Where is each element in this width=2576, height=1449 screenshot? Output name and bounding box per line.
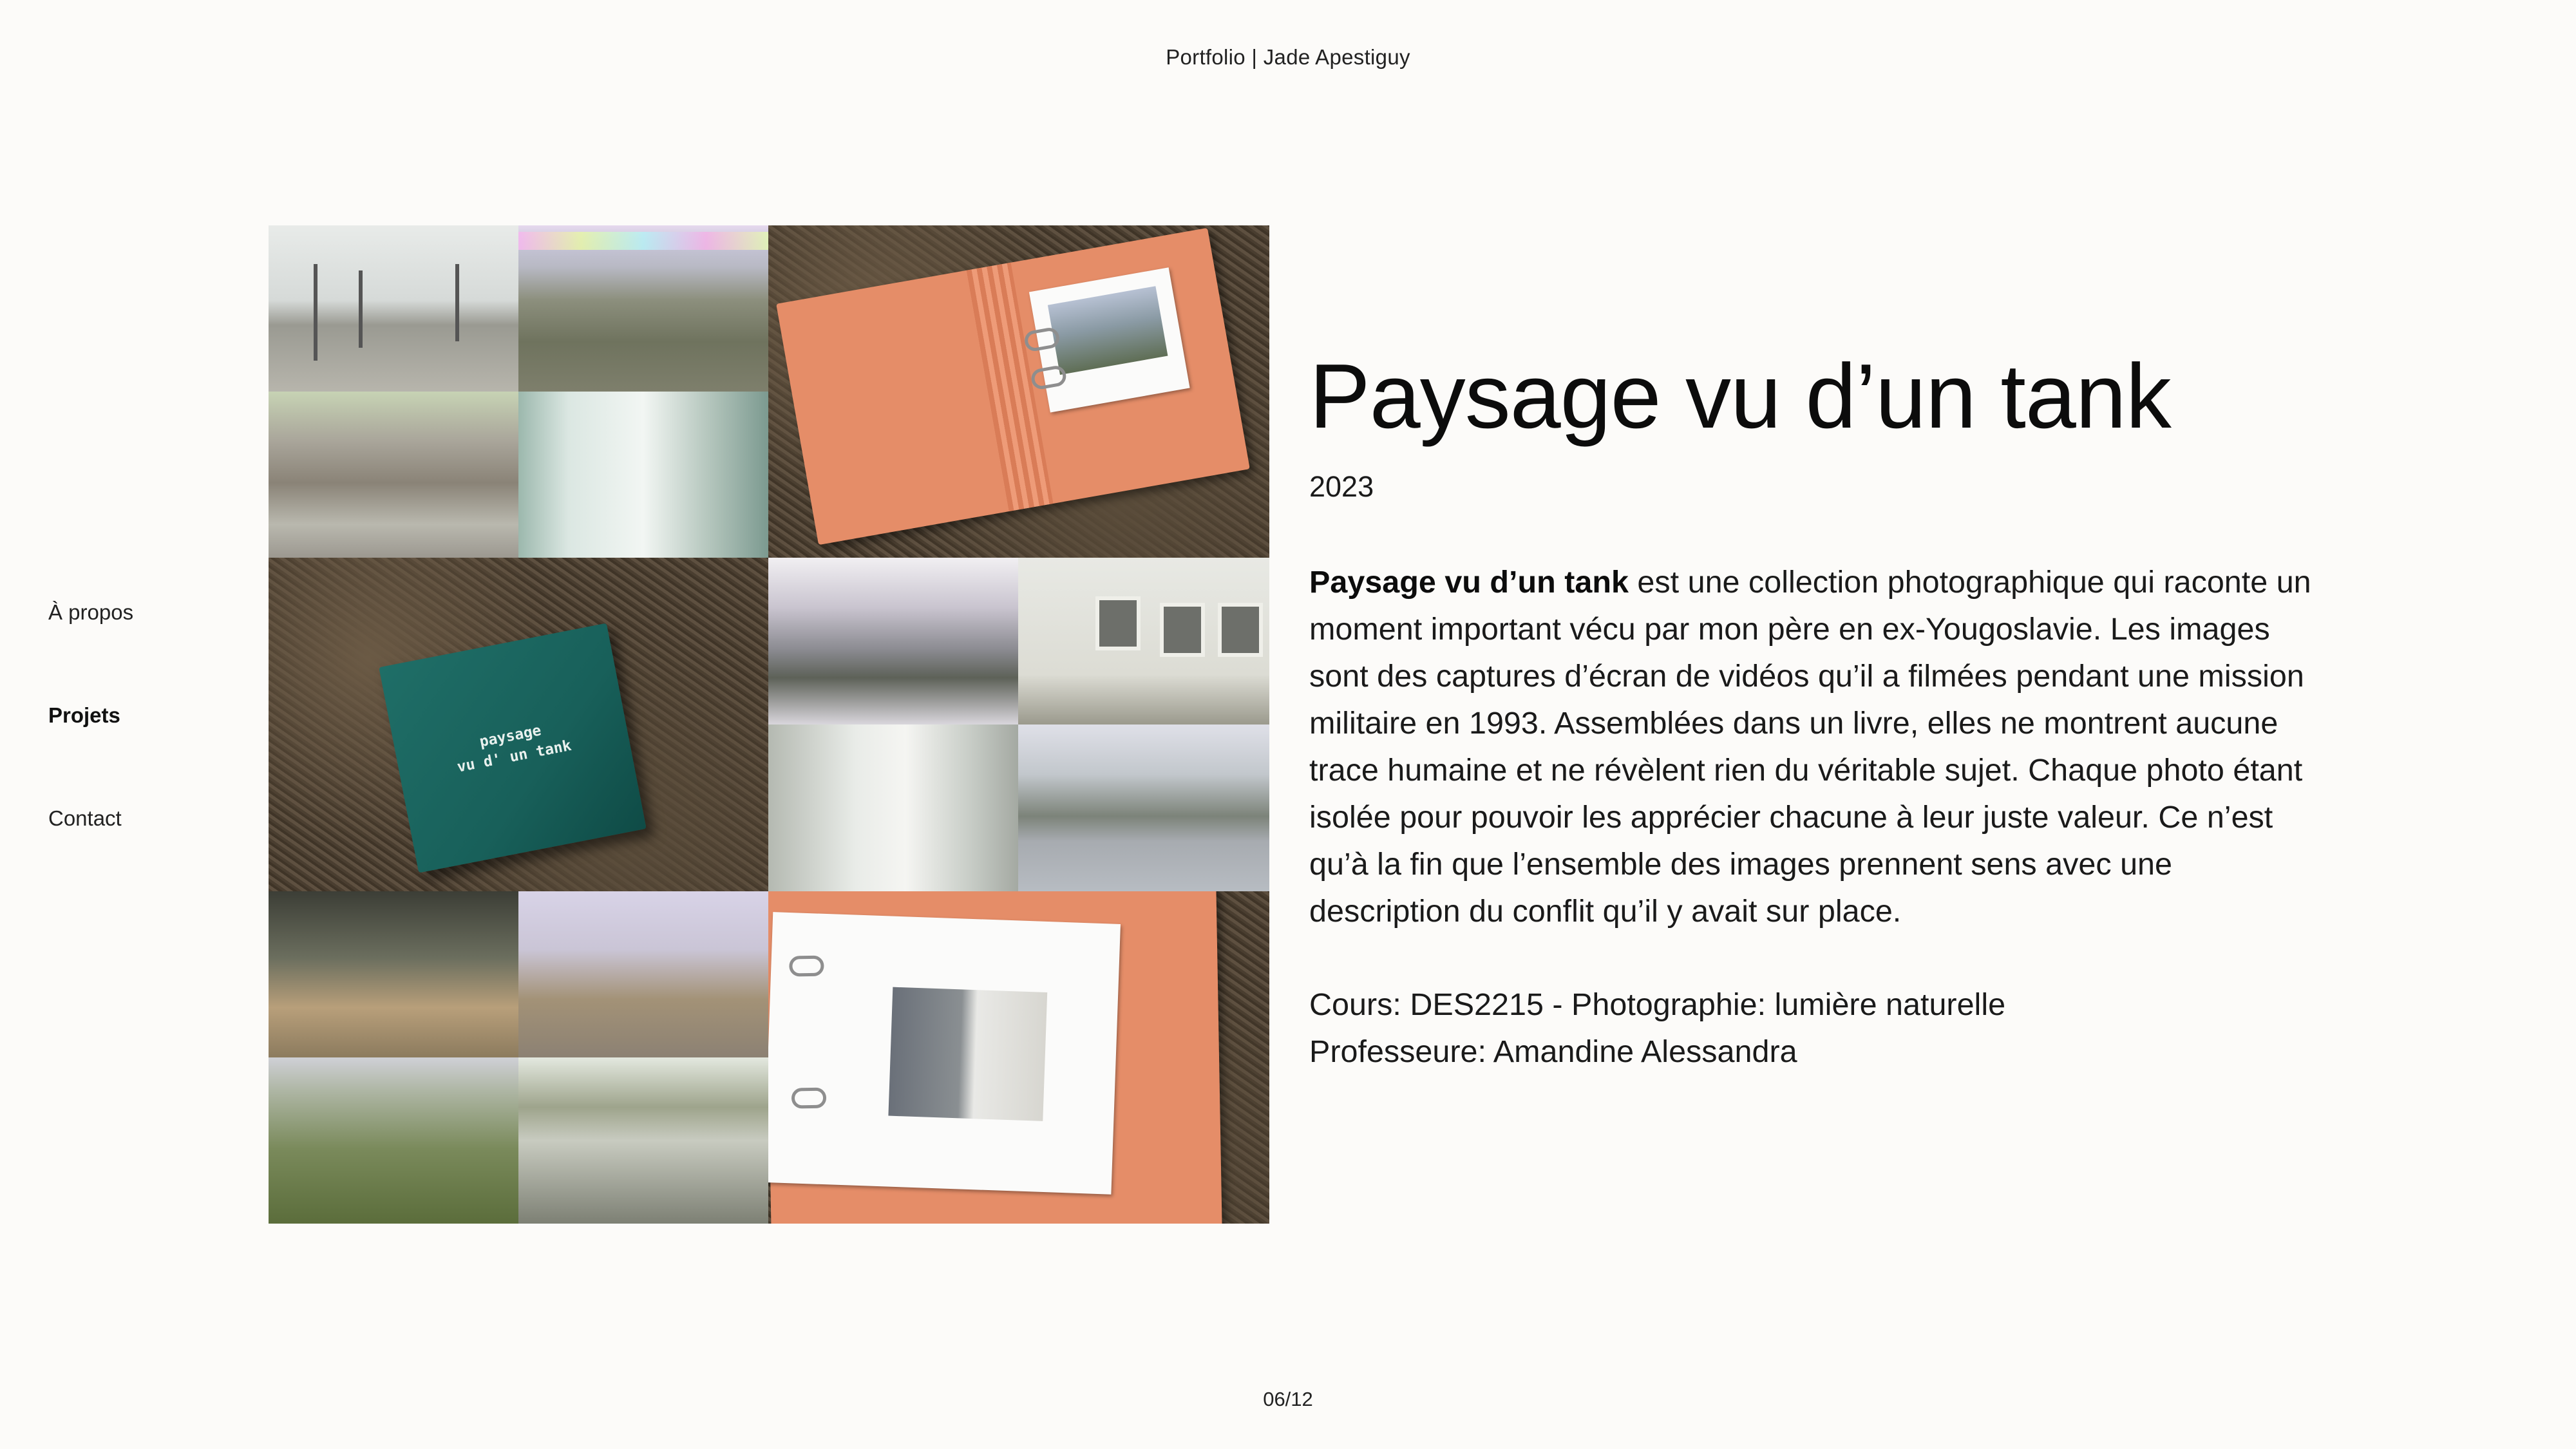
project-course: Cours: DES2215 - Photographie: lumière n…: [1309, 987, 2006, 1022]
project-title: Paysage vu d’un tank: [1309, 345, 2172, 448]
nav-item-a-propos[interactable]: À propos: [48, 599, 133, 626]
photo-building: [1018, 558, 1269, 724]
project-meta: Cours: DES2215 - Photographie: lumière n…: [1309, 981, 2005, 1075]
project-description-lead: Paysage vu d’un tank: [1309, 565, 1629, 600]
photo-valley: [269, 1057, 518, 1224]
project-description: Paysage vu d’un tank est une collection …: [1309, 559, 2327, 935]
site-title[interactable]: Portfolio | Jade Apestiguy: [0, 45, 2576, 70]
page-counter: 06/12: [1263, 1388, 1313, 1410]
project-year: 2023: [1309, 470, 1374, 503]
photo-window: [518, 1057, 768, 1224]
nav-item-contact[interactable]: Contact: [48, 805, 133, 832]
photo-orange-binder: [768, 225, 1269, 558]
photo-office: [269, 891, 518, 1057]
photo-lake: [1018, 724, 1269, 891]
photo-open-binder: [768, 891, 1269, 1224]
photo-green-book: paysage vu d' un tank: [269, 558, 768, 891]
photo-ruined-house: [518, 891, 768, 1057]
photo-sea-fog: [768, 558, 1018, 724]
project-professor: Professeure: Amandine Alessandra: [1309, 1034, 1797, 1069]
photo-road: [269, 225, 518, 392]
project-description-body: est une collection photographique qui ra…: [1309, 565, 2311, 929]
side-navigation: À propos Projets Contact: [48, 599, 133, 908]
photo-corridor: [768, 724, 1018, 891]
green-book-cover: paysage vu d' un tank: [379, 623, 647, 873]
photo-ruins: [269, 392, 518, 558]
photo-hallway: [518, 392, 768, 558]
photo-hills: [518, 225, 768, 392]
nav-item-projets[interactable]: Projets: [48, 702, 133, 729]
project-image-collage: paysage vu d' un tank: [269, 225, 1269, 1224]
